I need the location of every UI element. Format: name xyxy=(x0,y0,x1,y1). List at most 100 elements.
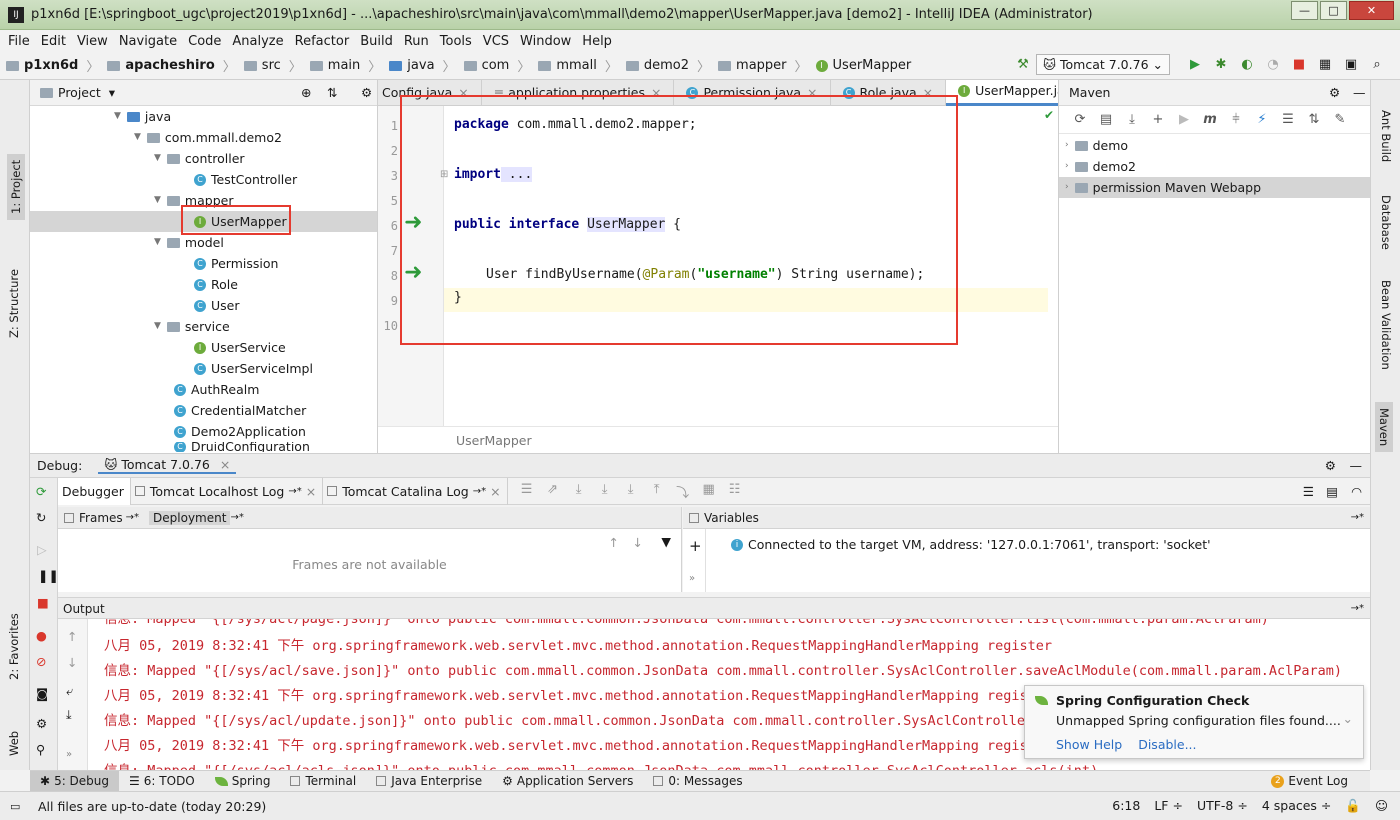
arrow-down-icon[interactable]: ↓ xyxy=(633,535,643,550)
tree-item-demo2application[interactable]: C Demo2Application xyxy=(174,421,306,442)
more-icon[interactable]: » xyxy=(689,573,695,584)
tool-application-servers[interactable]: ⚙ Application Servers xyxy=(492,774,643,788)
restart-icon[interactable]: ↻ xyxy=(36,510,46,525)
tool-windows-toggle-icon[interactable]: ▭ xyxy=(10,800,20,813)
tree-item-java[interactable]: ▼ java xyxy=(114,106,171,127)
menu-window[interactable]: Window xyxy=(520,34,571,49)
indent-setting[interactable]: 4 spaces ÷ xyxy=(1262,798,1332,814)
add-folder-icon[interactable]: ▤ xyxy=(1098,112,1114,127)
hide-icon[interactable]: — xyxy=(1350,458,1363,473)
debug-bug-icon[interactable]: ✱ xyxy=(1213,57,1229,72)
gear-icon[interactable]: ⚙ xyxy=(1325,458,1336,473)
run-config-select[interactable]: 🐱 Tomcat 7.0.76 ⌄ xyxy=(1036,54,1170,75)
reimport-icon[interactable]: ⟳ xyxy=(1072,112,1088,127)
add-watch-icon[interactable]: + xyxy=(689,537,702,555)
breadcrumb-p1xn6d[interactable]: p1xn6d 〉 xyxy=(6,56,99,75)
evaluate-icon[interactable]: ▦ xyxy=(701,482,717,501)
menu-vcs[interactable]: VCS xyxy=(483,34,509,49)
arrow-down-icon[interactable]: ↓ xyxy=(67,655,77,670)
trace-icon[interactable]: ☷ xyxy=(727,482,743,501)
scroll-to-end-icon[interactable]: ⤓ xyxy=(66,707,72,723)
add-icon[interactable]: + xyxy=(1150,112,1166,127)
gear-icon[interactable]: ⚙ xyxy=(361,85,372,100)
database-tool-button[interactable]: Database xyxy=(1379,195,1393,250)
pin-icon[interactable]: →* xyxy=(1351,598,1364,620)
breadcrumb-usermapper[interactable]: I UserMapper xyxy=(815,58,911,73)
favorites-tool-button[interactable]: 2: Favorites xyxy=(7,613,21,680)
stop-icon[interactable]: ■ xyxy=(1291,57,1307,72)
tool-messages[interactable]: 0: Messages xyxy=(643,774,752,788)
tree-item-druidconfiguration[interactable]: C DruidConfiguration xyxy=(174,442,310,452)
step-into-icon[interactable]: ⤓ xyxy=(597,482,613,501)
show-dependencies-icon[interactable]: ☰ xyxy=(1280,112,1296,127)
tree-item-service[interactable]: ▼ service xyxy=(154,316,230,337)
search-everywhere-icon[interactable]: ⌕ xyxy=(1369,57,1385,72)
menu-file[interactable]: File xyxy=(8,34,30,49)
download-icon[interactable]: ⤓ xyxy=(1124,112,1140,127)
menu-view[interactable]: View xyxy=(77,34,108,49)
camera-icon[interactable]: ◙ xyxy=(36,686,48,701)
structure-tool-button[interactable]: Z: Structure xyxy=(7,269,21,338)
tool-terminal[interactable]: Terminal xyxy=(280,774,366,788)
show-help-link[interactable]: Show Help xyxy=(1056,737,1122,752)
collapse-all-icon[interactable]: ⇅ xyxy=(327,85,337,100)
menu-help[interactable]: Help xyxy=(582,34,612,49)
breadcrumb-src[interactable]: src 〉 xyxy=(243,56,302,75)
show-execution-point-icon[interactable]: ⇗ xyxy=(545,482,561,501)
close-tab-icon[interactable]: × xyxy=(306,478,316,505)
collapse-icon[interactable]: ⇅ xyxy=(1306,112,1322,127)
breadcrumb-com[interactable]: com 〉 xyxy=(463,56,530,75)
tree-item-role[interactable]: C Role xyxy=(194,274,238,295)
menu-navigate[interactable]: Navigate xyxy=(119,34,177,49)
breadcrumb-mmall[interactable]: mmall 〉 xyxy=(538,56,618,75)
breadcrumb-java[interactable]: java 〉 xyxy=(389,56,456,75)
run-icon[interactable]: ▶ xyxy=(1187,57,1203,72)
tree-item-package[interactable]: ▼ com.mmall.demo2 xyxy=(134,127,282,148)
tree-item-userserviceimpl[interactable]: C UserServiceImpl xyxy=(194,358,313,379)
breadcrumb-demo2[interactable]: demo2 〉 xyxy=(625,56,710,75)
build-hammer-icon[interactable]: ⚒ xyxy=(1015,57,1031,72)
tree-item-model[interactable]: ▼ model xyxy=(154,232,224,253)
project-view-select[interactable]: Project xyxy=(58,85,101,100)
tree-item-testcontroller[interactable]: C TestController xyxy=(194,169,297,190)
bean-validation-tool-button[interactable]: Bean Validation xyxy=(1379,280,1393,370)
more-icon[interactable]: » xyxy=(66,749,72,760)
step-out-icon[interactable]: ⤒ xyxy=(649,482,665,501)
editor-breadcrumb[interactable]: UserMapper xyxy=(378,426,1058,453)
breadcrumb-apacheshiro[interactable]: apacheshiro 〉 xyxy=(107,56,236,75)
tree-item-userservice[interactable]: I UserService xyxy=(194,337,286,358)
wrench-icon[interactable]: ✎ xyxy=(1332,112,1348,127)
minimize-button[interactable]: — xyxy=(1291,1,1318,20)
rerun-icon[interactable]: ⟳ xyxy=(36,484,46,499)
menu-code[interactable]: Code xyxy=(188,34,221,49)
tab-catalina-log[interactable]: Tomcat Catalina Log →* × xyxy=(323,477,508,505)
menu-tools[interactable]: Tools xyxy=(440,34,472,49)
breadcrumb-mapper[interactable]: mapper 〉 xyxy=(718,56,808,75)
step-over-icon[interactable]: ⤓ xyxy=(571,482,587,501)
stop-icon[interactable]: ■ xyxy=(37,595,49,610)
arrow-up-icon[interactable]: ↑ xyxy=(67,629,77,644)
settings-icon[interactable]: ⚙ xyxy=(36,716,47,731)
menu-refactor[interactable]: Refactor xyxy=(295,34,350,49)
frames-tab[interactable]: Frames xyxy=(79,511,123,525)
caret-position[interactable]: 6:18 xyxy=(1112,798,1140,814)
maximize-button[interactable]: □ xyxy=(1320,1,1347,20)
tab-localhost-log[interactable]: Tomcat Localhost Log →* × xyxy=(131,477,324,505)
view-breakpoints-icon[interactable]: ● xyxy=(36,628,47,643)
arrow-up-icon[interactable]: ↑ xyxy=(609,535,619,550)
pause-icon[interactable]: ❚❚ xyxy=(38,568,59,583)
chevron-down-icon[interactable]: ▾ xyxy=(109,85,115,100)
tool-spring[interactable]: Spring xyxy=(205,774,281,788)
sdk-icon[interactable]: ▣ xyxy=(1343,57,1359,72)
filter-icon[interactable]: ▼ xyxy=(661,534,671,549)
run-icon[interactable]: ▶ xyxy=(1176,112,1192,127)
tab-debugger[interactable]: Debugger xyxy=(58,477,131,505)
lock-icon[interactable]: 🔓 xyxy=(1345,798,1361,814)
chevron-down-icon[interactable]: ⌄ xyxy=(1343,711,1353,726)
force-step-into-icon[interactable]: ⤓ xyxy=(623,482,639,501)
menu-build[interactable]: Build xyxy=(360,34,393,49)
inspector-icon[interactable]: ☺ xyxy=(1375,798,1388,814)
deployment-tab[interactable]: Deployment xyxy=(149,510,231,525)
run-to-cursor-icon[interactable]: ⤵ xyxy=(675,482,691,501)
project-tool-button[interactable]: 1: Project xyxy=(7,153,25,220)
